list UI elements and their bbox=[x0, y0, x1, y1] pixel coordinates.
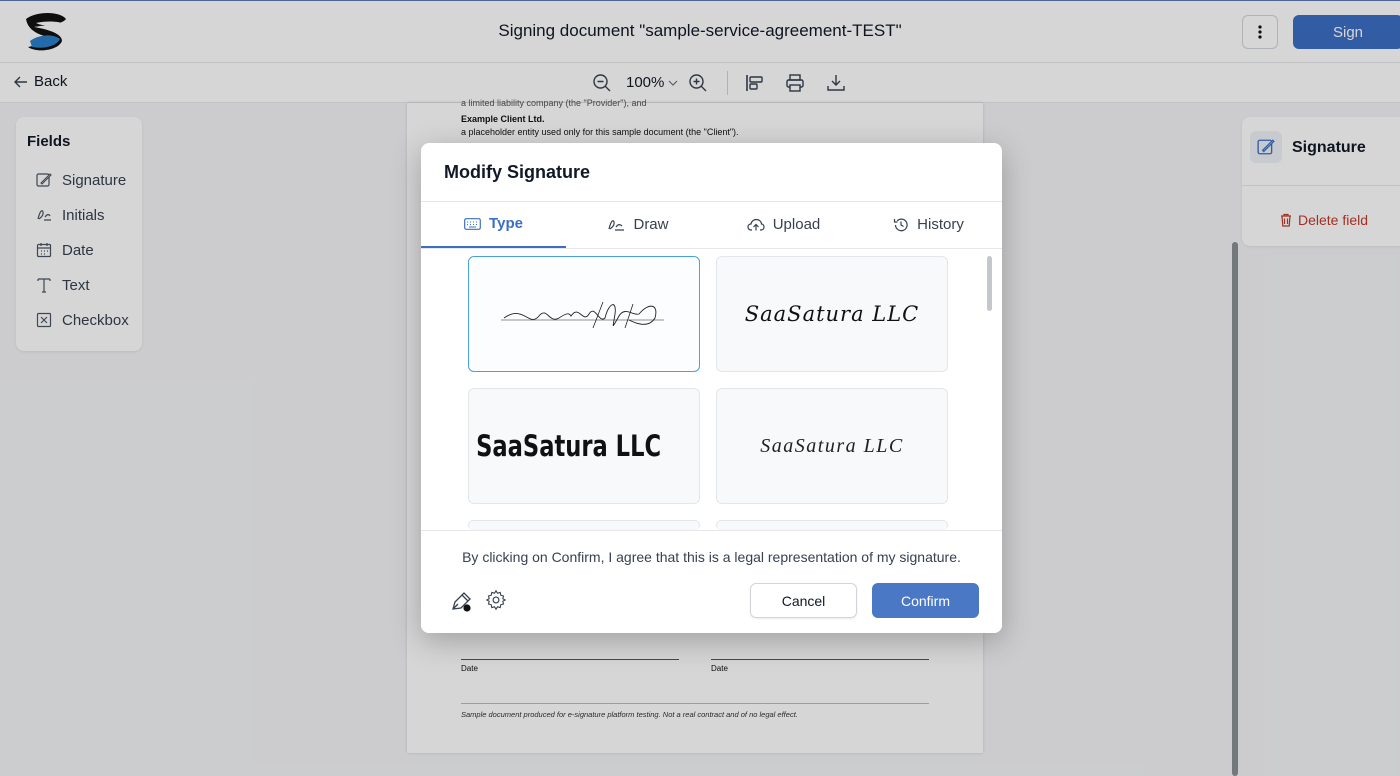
modal-footer: By clicking on Confirm, I agree that thi… bbox=[421, 531, 1002, 633]
signature-preview: SaaSatura LLC bbox=[476, 429, 662, 463]
tab-draw[interactable]: Draw bbox=[566, 201, 711, 248]
cloud-upload-icon bbox=[747, 218, 765, 231]
signature-preview: SaaSatura LLC bbox=[744, 302, 920, 326]
modify-signature-modal: Modify Signature Type Draw Upload Histor… bbox=[421, 143, 1002, 633]
settings-gear-icon[interactable] bbox=[485, 589, 509, 613]
signature-option-5[interactable] bbox=[468, 520, 700, 530]
history-icon bbox=[894, 218, 908, 231]
signature-option-1[interactable] bbox=[468, 256, 700, 372]
signature-preview bbox=[501, 301, 664, 329]
tab-history[interactable]: History bbox=[856, 201, 1001, 248]
signature-preview: SaaSatura LLC bbox=[760, 434, 904, 457]
signature-option-4[interactable]: SaaSatura LLC bbox=[716, 388, 948, 504]
keyboard-icon bbox=[464, 217, 481, 230]
tab-type[interactable]: Type bbox=[421, 201, 566, 248]
tab-label: Upload bbox=[772, 216, 821, 233]
confirm-button[interactable]: Confirm bbox=[872, 583, 979, 618]
draw-icon bbox=[608, 219, 625, 231]
tabs-divider bbox=[421, 248, 1002, 249]
tab-label: History bbox=[917, 216, 964, 233]
tab-upload[interactable]: Upload bbox=[711, 201, 856, 248]
legal-text: By clicking on Confirm, I agree that thi… bbox=[462, 549, 961, 565]
cancel-button[interactable]: Cancel bbox=[750, 583, 857, 618]
signature-option-3[interactable]: SaaSatura LLC bbox=[468, 388, 700, 504]
options-scrollbar[interactable] bbox=[987, 256, 992, 311]
signature-option-6[interactable] bbox=[716, 520, 948, 530]
pen-color-icon[interactable] bbox=[450, 589, 474, 613]
modal-title: Modify Signature bbox=[444, 162, 591, 182]
tab-label: Draw bbox=[633, 216, 669, 233]
tab-label: Type bbox=[489, 215, 523, 232]
signature-option-2[interactable]: SaaSatura LLC bbox=[716, 256, 948, 372]
